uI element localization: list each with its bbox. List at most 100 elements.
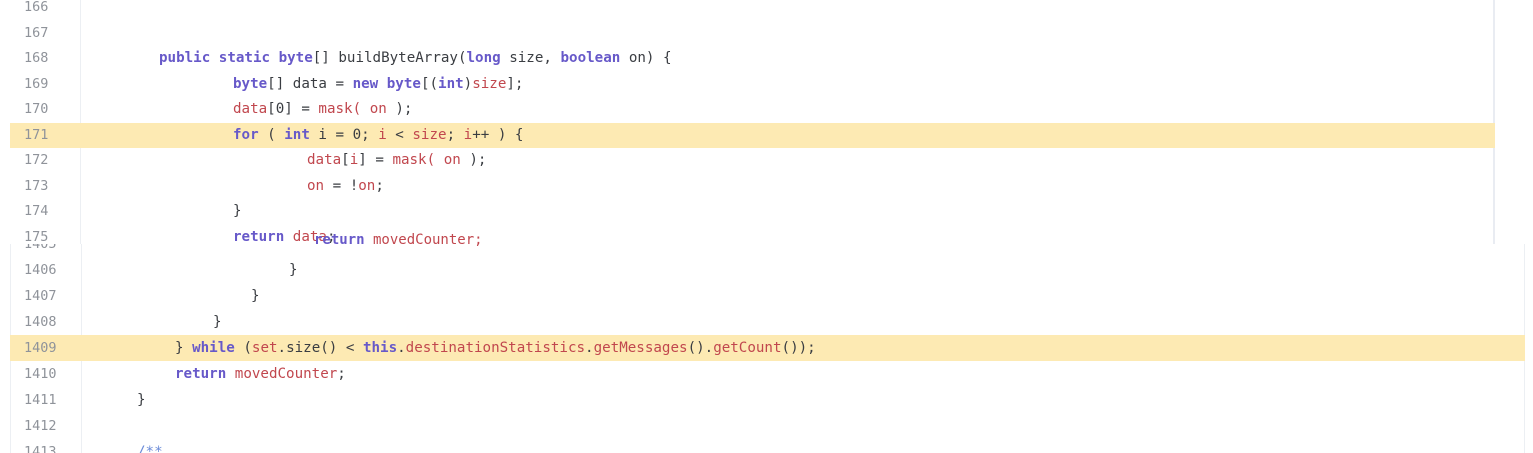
code-line[interactable]: 1411} [10, 387, 1525, 413]
code-token: ( [258, 126, 285, 143]
code-text: } while (set.size() < this.destinationSt… [175, 335, 816, 361]
line-number[interactable]: 174 [24, 199, 48, 224]
code-token: ); [460, 152, 487, 168]
line-number[interactable]: 172 [24, 148, 48, 173]
line-number[interactable]: 168 [24, 46, 48, 71]
code-token: ; [337, 366, 346, 382]
line-number[interactable]: 1411 [24, 387, 57, 413]
code-line[interactable]: 175 return data; [10, 225, 1495, 245]
keyword-token: while [192, 340, 235, 356]
line-number[interactable]: 169 [24, 72, 48, 97]
line-number[interactable]: 1408 [24, 309, 57, 335]
ghost-keyword: return [314, 232, 365, 248]
code-text: for ( int i = 0; i < size; i++ ) { [233, 123, 523, 148]
identifier-token: on [369, 101, 387, 117]
line-number[interactable]: 1412 [24, 413, 57, 439]
identifier-token: on [443, 152, 461, 168]
keyword-token: return [233, 228, 285, 245]
identifier-token: i [349, 152, 359, 168]
code-token: size, [500, 50, 561, 66]
line-number[interactable]: 1405 [24, 244, 57, 257]
keyword-token: boolean [560, 50, 621, 66]
line-number[interactable]: 1410 [24, 361, 57, 387]
line-number[interactable]: 170 [24, 97, 48, 122]
identifier-token: set [251, 340, 278, 356]
keyword-token: int [284, 126, 310, 143]
code-token: } [137, 392, 146, 408]
code-token: [ [341, 152, 350, 168]
keyword-token: byte [278, 50, 313, 66]
identifier-token: i [463, 126, 473, 143]
line-number[interactable]: 1407 [24, 283, 57, 309]
code-text: data[i] = mask( on ); [307, 148, 486, 173]
code-line[interactable]: 168 public static byte[] buildByteArray(l… [10, 46, 1495, 71]
code-token: } [289, 262, 298, 278]
line-number[interactable]: 167 [24, 21, 48, 46]
code-line[interactable]: 1412 [10, 413, 1525, 439]
keyword-token: byte [386, 75, 421, 92]
code-token: on) { [620, 50, 672, 66]
line-number[interactable]: 1409 [24, 335, 57, 361]
code-line[interactable]: 1405 [10, 244, 1525, 257]
code-token: (). [687, 340, 714, 356]
line-number[interactable]: 1413 [24, 439, 57, 453]
code-viewer: 166 167 168 public static byte[] buildByteA… [0, 0, 1533, 453]
highlighted-code-line[interactable]: 171 for ( int i = 0; i < size; i++ ) { [10, 122, 1495, 148]
code-token: ++ ) { [472, 126, 524, 143]
code-token: [( [420, 75, 439, 92]
code-line[interactable]: 173 on = !on; [10, 174, 1495, 199]
code-line[interactable]: 172 data[i] = mask( on ); [10, 148, 1495, 173]
code-token: } [213, 314, 222, 330]
keyword-token: int [438, 75, 464, 92]
code-panel-top: 166 167 168 public static byte[] buildByteA… [10, 0, 1495, 244]
keyword-token: static [218, 50, 271, 66]
code-line[interactable]: 169 byte[] data = new byte[(int)size]; [10, 72, 1495, 97]
code-token: ; [375, 177, 384, 194]
code-token: = ! [324, 177, 359, 194]
code-text: } [213, 309, 222, 335]
code-line[interactable]: 167 [10, 21, 1495, 46]
keyword-token: public [159, 50, 211, 66]
line-number[interactable]: 166 [24, 0, 48, 20]
code-token: } [251, 288, 260, 304]
identifier-token: mask( [318, 101, 362, 117]
code-line[interactable]: 174} [10, 199, 1495, 224]
code-text: /** [137, 439, 163, 453]
code-text: } [233, 199, 242, 224]
code-text: } [251, 283, 260, 309]
line-number[interactable]: 171 [24, 123, 48, 148]
code-line[interactable]: 1407} [10, 283, 1525, 309]
keyword-token: new [352, 75, 379, 92]
keyword-token: this [362, 340, 398, 356]
keyword-token: byte [233, 75, 268, 92]
code-line[interactable]: 1410 return movedCounter; [10, 361, 1525, 387]
code-line[interactable]: 1406} [10, 257, 1525, 283]
code-token: [0] = [267, 101, 319, 117]
code-line[interactable]: 1408} [10, 309, 1525, 335]
identifier-token: i [378, 126, 387, 143]
code-token: . [397, 340, 406, 356]
code-panel-bottom: 1405 1406} 1407} 1408} 1409} while (set.size… [10, 244, 1525, 453]
code-token: < [386, 126, 413, 143]
code-token: ); [386, 101, 413, 117]
code-text: return movedCounter; [175, 361, 346, 387]
identifier-token: destinationStatistics [405, 340, 586, 356]
line-number[interactable]: 1406 [24, 257, 57, 283]
code-token: } [175, 340, 193, 356]
identifier-token: size [472, 75, 507, 92]
code-line[interactable]: 166 [10, 0, 1495, 20]
code-line[interactable]: 170 data[0] = mask( on ); [10, 97, 1495, 122]
identifier-token: mask( [392, 152, 436, 168]
code-token: . [585, 340, 594, 356]
line-number[interactable]: 173 [24, 174, 48, 199]
line-number[interactable]: 175 [24, 225, 48, 245]
highlighted-code-line[interactable]: 1409 } while (set.size() < this.destinati… [10, 335, 1525, 361]
code-line[interactable]: 1413 /** [10, 439, 1525, 453]
identifier-token: movedCounter [234, 366, 338, 382]
